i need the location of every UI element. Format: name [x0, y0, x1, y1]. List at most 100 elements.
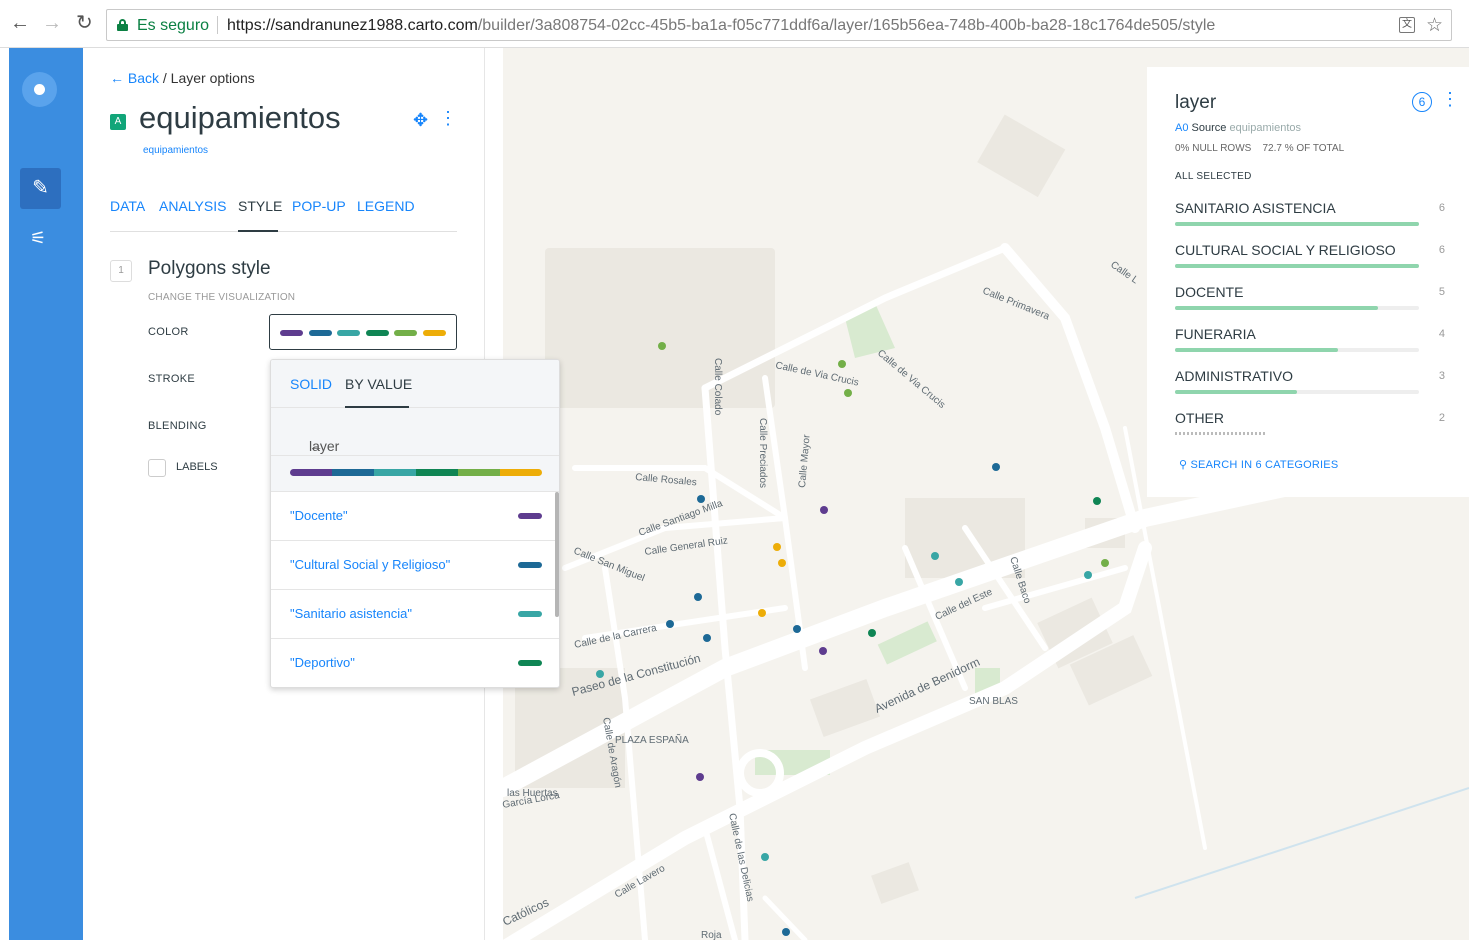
- all-selected-label: ALL SELECTED: [1175, 171, 1252, 182]
- color-swatch[interactable]: [518, 562, 542, 568]
- layer-menu-kebab-icon[interactable]: ⋮: [439, 108, 457, 129]
- back-arrow-icon[interactable]: ←: [10, 12, 30, 34]
- translate-icon[interactable]: 文: [1399, 17, 1415, 33]
- map-point: [868, 629, 876, 637]
- widget-title[interactable]: layer: [1175, 92, 1216, 114]
- reload-icon[interactable]: ↻: [76, 12, 93, 34]
- dropdown-back-row[interactable]: ← layer: [271, 408, 559, 456]
- url-text[interactable]: https://sandranunez1988.carto.com/builde…: [227, 17, 1215, 35]
- widget-stats: 0% NULL ROWS 72.7 % OF TOTAL: [1175, 143, 1345, 154]
- tab-style[interactable]: STYLE: [238, 198, 282, 214]
- color-swatch[interactable]: [518, 611, 542, 617]
- map-point: [697, 495, 705, 503]
- category-name: "Deportivo": [290, 655, 355, 670]
- category-bar: [1175, 222, 1419, 226]
- dropdown-scrollbar[interactable]: [555, 492, 559, 617]
- address-bar[interactable]: Es seguro https://sandranunez1988.carto.…: [106, 9, 1452, 41]
- category-row[interactable]: DOCENTE 5: [1175, 284, 1445, 324]
- map-point: [955, 578, 963, 586]
- category-color-list: "Docente" "Cultural Social y Religioso" …: [271, 492, 559, 687]
- section-title: Polygons style: [148, 258, 271, 279]
- map-point: [992, 463, 1000, 471]
- category-row[interactable]: FUNERARIA 4: [1175, 326, 1445, 366]
- color-swatch[interactable]: [518, 660, 542, 666]
- category-bar: [1175, 348, 1419, 352]
- color-ramp-selector[interactable]: [269, 314, 457, 350]
- category-item[interactable]: "Sanitario asistencia": [271, 590, 559, 639]
- category-label: DOCENTE: [1175, 284, 1244, 300]
- layer-tabs: DATA ANALYSIS STYLE POP-UP LEGEND: [110, 198, 457, 232]
- category-bar: [1175, 306, 1419, 310]
- settings-sliders-icon[interactable]: ⚟: [30, 228, 46, 249]
- labels-label: LABELS: [176, 461, 218, 473]
- tab-popup[interactable]: POP-UP: [292, 198, 346, 214]
- labels-checkbox[interactable]: [148, 459, 166, 477]
- layer-letter-badge: A: [110, 114, 126, 130]
- category-label: FUNERARIA: [1175, 326, 1256, 342]
- category-widget: layer 6 ⋮ A0 Source equipamientos 0% NUL…: [1147, 67, 1469, 497]
- street-label: Calle Preciados: [757, 418, 768, 488]
- carto-home-icon[interactable]: [22, 72, 57, 107]
- ramp-color-pill: [365, 330, 389, 336]
- category-label: CULTURAL SOCIAL Y RELIGIOSO: [1175, 242, 1396, 258]
- category-row[interactable]: ADMINISTRATIVO 3: [1175, 368, 1445, 408]
- map-point: [758, 609, 766, 617]
- color-label: COLOR: [148, 326, 189, 338]
- layer-source-link[interactable]: equipamientos: [143, 145, 208, 156]
- map-point: [778, 559, 786, 567]
- ramp-segment: [458, 469, 500, 476]
- category-item[interactable]: "Deportivo": [271, 639, 559, 687]
- category-label: ADMINISTRATIVO: [1175, 368, 1293, 384]
- category-name: "Docente": [290, 508, 348, 523]
- ramp-color-pill: [394, 330, 417, 336]
- forward-arrow-icon[interactable]: →: [42, 12, 62, 34]
- tab-solid[interactable]: SOLID: [290, 376, 332, 392]
- map-point: [666, 620, 674, 628]
- edit-pencil-icon[interactable]: ✎: [20, 168, 61, 209]
- app-sidebar: ✎ ⚟: [9, 48, 83, 940]
- category-item[interactable]: "Cultural Social y Religioso": [271, 541, 559, 590]
- street-label: PLAZA ESPAÑA: [615, 733, 689, 746]
- tab-data[interactable]: DATA: [110, 198, 145, 214]
- street-label: Calle Colado: [712, 358, 723, 416]
- ramp-color-pill: [308, 330, 332, 336]
- search-categories-link[interactable]: ⚲ SEARCH IN 6 CATEGORIES: [1179, 458, 1338, 471]
- tab-legend[interactable]: LEGEND: [357, 198, 415, 214]
- map-point: [1084, 571, 1092, 579]
- search-icon: ⚲: [1179, 459, 1191, 471]
- ramp-segment: [500, 469, 542, 476]
- map-point: [761, 853, 769, 861]
- map-point: [844, 389, 852, 397]
- category-name: "Cultural Social y Religioso": [290, 557, 451, 572]
- section-subtitle[interactable]: CHANGE THE VISUALIZATION: [148, 292, 295, 303]
- category-row[interactable]: OTHER 2: [1175, 410, 1445, 450]
- map-point: [596, 670, 604, 678]
- map-point: [658, 342, 666, 350]
- color-ramp-bar[interactable]: [290, 469, 542, 476]
- category-row[interactable]: SANITARIO ASISTENCIA 6: [1175, 200, 1445, 240]
- category-count: 6: [1438, 202, 1445, 214]
- widget-count-icon[interactable]: 6: [1412, 92, 1432, 112]
- color-swatch[interactable]: [518, 513, 542, 519]
- move-icon[interactable]: ✥: [413, 110, 428, 131]
- street-label: SAN BLAS: [969, 696, 1018, 707]
- widget-source: A0 Source equipamientos: [1175, 122, 1302, 134]
- category-item[interactable]: "Docente": [271, 492, 559, 541]
- category-bar: [1175, 264, 1419, 268]
- category-name: "Sanitario asistencia": [290, 606, 412, 621]
- tab-by-value[interactable]: BY VALUE: [345, 376, 412, 392]
- ramp-segment: [374, 469, 416, 476]
- bookmark-star-icon[interactable]: ☆: [1426, 14, 1443, 37]
- map-point: [773, 543, 781, 551]
- back-link[interactable]: ← Back: [110, 70, 159, 86]
- widget-menu-kebab-icon[interactable]: ⋮: [1441, 89, 1459, 110]
- map-point: [694, 593, 702, 601]
- color-by-value-dropdown: SOLID BY VALUE ← layer "Docente" "Cultur…: [270, 359, 560, 688]
- tab-analysis[interactable]: ANALYSIS: [159, 198, 226, 214]
- layer-name[interactable]: equipamientos: [139, 100, 341, 136]
- map-point: [1093, 497, 1101, 505]
- browser-toolbar: ← → ↻ Es seguro https://sandranunez1988.…: [0, 0, 1469, 48]
- category-count: 5: [1438, 286, 1445, 298]
- category-row[interactable]: CULTURAL SOCIAL Y RELIGIOSO 6: [1175, 242, 1445, 282]
- color-ramp-row[interactable]: [271, 456, 559, 492]
